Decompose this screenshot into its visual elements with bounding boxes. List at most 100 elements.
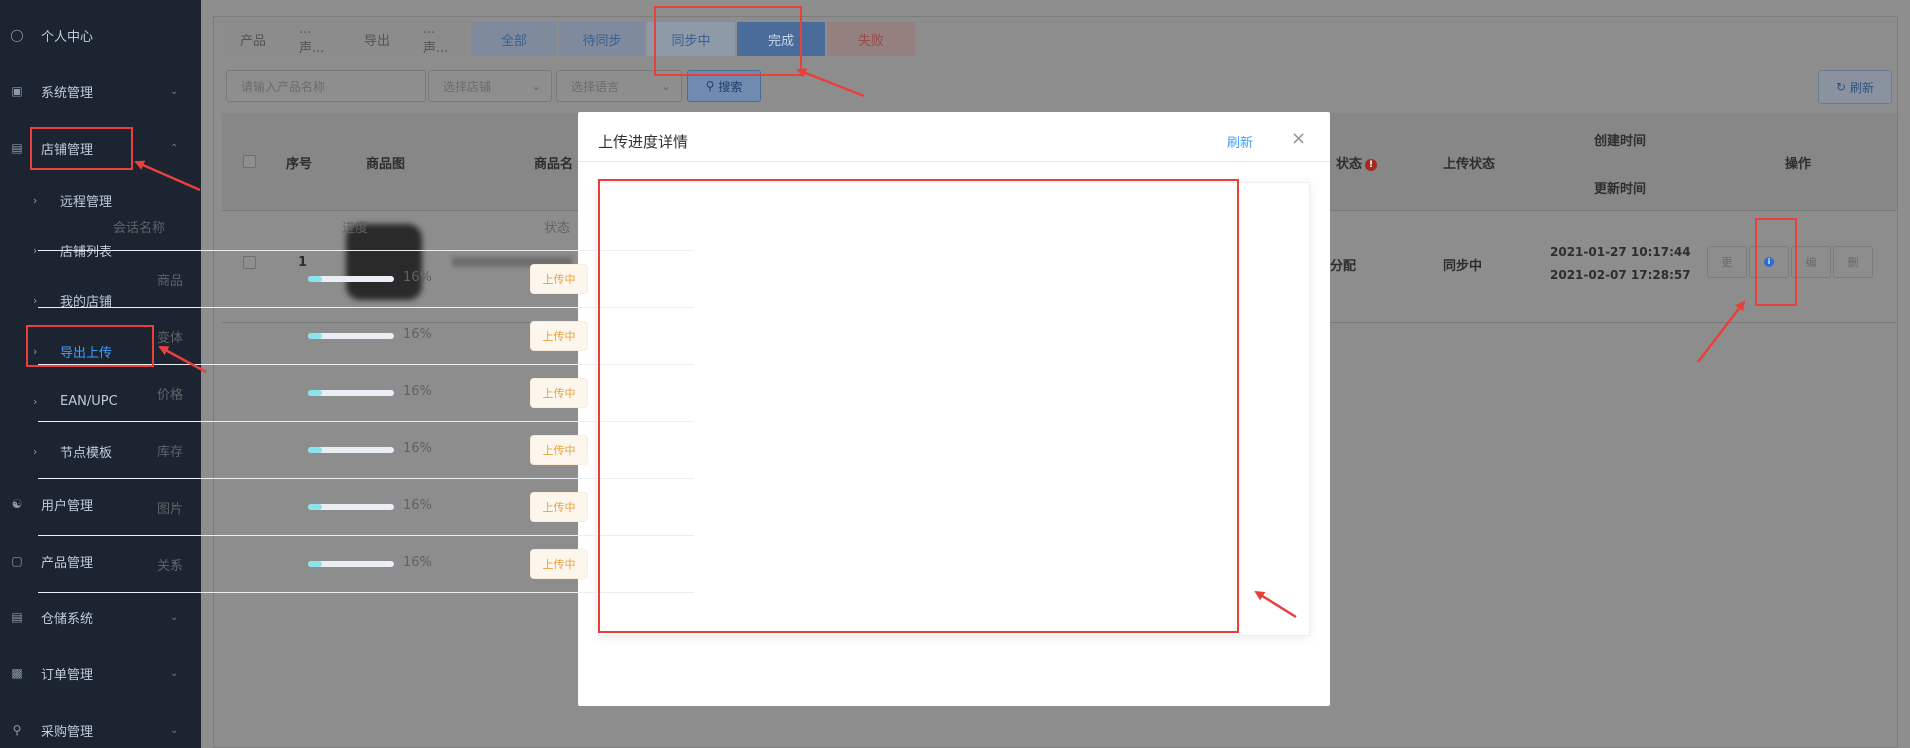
row-upload-status: 同步中 — [1443, 259, 1483, 274]
sidebar-item-orders[interactable]: ▩ 订单管理 ⌄ — [0, 653, 201, 693]
progress-bar-fill — [308, 504, 322, 510]
table-row: 关系 16% 上传中 — [38, 535, 694, 592]
select-all-checkbox[interactable] — [243, 155, 256, 168]
tab-completed[interactable]: 完成 — [737, 22, 825, 56]
status-badge: 上传中 — [530, 378, 588, 408]
chevron-down-icon: ⌄ — [170, 724, 179, 736]
progress-percent: 16% — [403, 498, 432, 513]
sidebar-item-remote[interactable]: › 远程管理 — [0, 180, 201, 220]
table-row: 变体 16% 上传中 — [38, 307, 694, 364]
language-select[interactable]: 选择语言 ⌄ — [556, 70, 682, 102]
chevron-down-icon: ⌄ — [170, 667, 179, 679]
product-name-input[interactable]: 请输入产品名称 — [226, 70, 426, 102]
chevron-right-icon: › — [33, 243, 38, 257]
chevron-right-icon: › — [33, 394, 38, 408]
status-badge: 上传中 — [530, 264, 588, 294]
sidebar-item-label: 系统管理 — [41, 85, 94, 101]
header-index: 序号 — [286, 157, 313, 172]
sidebar-item-label: 订单管理 — [41, 667, 94, 683]
sidebar-item-label: 个人中心 — [41, 29, 94, 45]
status-badge: 上传中 — [530, 549, 588, 579]
header-image: 商品图 — [366, 157, 406, 172]
edit-button[interactable]: 更 — [1707, 246, 1747, 278]
warehouse-icon: ▤ — [11, 610, 23, 624]
tab-blurred-2[interactable]: ...声... — [409, 22, 469, 56]
row-updated: 2021-02-07 17:28:57 — [1550, 268, 1691, 282]
refresh-button-label: 刷新 — [1850, 80, 1875, 95]
sidebar-item-purchasing[interactable]: ⚲ 采购管理 ⌄ — [0, 710, 201, 748]
tab-blurred-1[interactable]: ...声... — [285, 22, 345, 56]
store-icon: ▤ — [11, 141, 23, 155]
progress-card — [598, 182, 1310, 636]
chevron-down-icon: ⌄ — [530, 79, 541, 93]
progress-bar — [308, 390, 394, 396]
close-icon[interactable]: × — [1291, 128, 1306, 149]
status-badge: 上传中 — [530, 321, 588, 351]
dialog-title: 上传进度详情 — [598, 133, 689, 151]
progress-percent: 16% — [403, 270, 432, 285]
status-badge: 上传中 — [530, 435, 588, 465]
sidebar-item-system[interactable]: ▣ 系统管理 ⌄ — [0, 71, 201, 111]
search-button[interactable]: ⚲ 搜索 — [687, 70, 761, 102]
delete-button[interactable]: 删 — [1833, 246, 1873, 278]
progress-bar-fill — [308, 390, 322, 396]
chevron-up-icon: ⌃ — [170, 142, 179, 154]
info-button[interactable]: i — [1749, 246, 1789, 278]
chevron-down-icon: ⌄ — [170, 611, 179, 623]
chevron-right-icon: › — [33, 293, 38, 307]
table-row: 库存 16% 上传中 — [38, 421, 694, 478]
progress-bar-fill — [308, 447, 322, 453]
session-name: 变体 — [156, 331, 183, 346]
session-name: 商品 — [156, 274, 183, 289]
modify-button[interactable]: 编 — [1791, 246, 1831, 278]
user-icon: ◯ — [10, 28, 24, 42]
chevron-right-icon: › — [33, 193, 38, 207]
chevron-down-icon: ⌄ — [660, 79, 671, 93]
progress-bar — [308, 561, 394, 567]
tab-export[interactable]: 导出 — [347, 22, 407, 56]
tab-all[interactable]: 全部 — [471, 22, 557, 56]
chevron-down-icon: ⌄ — [170, 85, 179, 97]
column-status: 状态 — [544, 221, 571, 236]
session-name: 库存 — [156, 445, 183, 460]
tab-syncing[interactable]: 同步中 — [647, 22, 735, 56]
table-bottom-border — [38, 592, 694, 593]
sidebar-item-profile[interactable]: ◯ 个人中心 — [0, 15, 201, 55]
progress-percent: 16% — [403, 441, 432, 456]
bag-icon: ▢ — [11, 554, 23, 568]
header-actions: 操作 — [1785, 157, 1812, 172]
session-name: 图片 — [156, 502, 183, 517]
progress-bar-fill — [308, 276, 322, 282]
warning-icon: ! — [1365, 158, 1378, 171]
tab-pending[interactable]: 待同步 — [559, 22, 645, 56]
dialog-divider — [578, 161, 1330, 162]
chevron-right-icon: › — [33, 344, 38, 358]
tab-failed[interactable]: 失败 — [827, 22, 915, 56]
dialog-refresh-link[interactable]: 刷新 — [1227, 132, 1253, 151]
row-created: 2021-01-27 10:17:44 — [1550, 245, 1691, 259]
refresh-button[interactable]: ↻ 刷新 — [1818, 70, 1892, 104]
tab-product[interactable]: 产品 — [223, 22, 283, 56]
status-badge: 上传中 — [530, 492, 588, 522]
table-row: 图片 16% 上传中 — [38, 478, 694, 535]
cart-icon: ⚲ — [12, 723, 22, 737]
session-name: 价格 — [156, 388, 183, 403]
progress-bar-fill — [308, 561, 322, 567]
shop-select[interactable]: 选择店铺 ⌄ — [428, 70, 552, 102]
header-name: 商品名 — [534, 157, 574, 172]
sidebar-item-warehouse[interactable]: ▤ 仓储系统 ⌄ — [0, 597, 201, 637]
header-updated: 更新时间 — [1594, 182, 1647, 197]
session-name: 关系 — [156, 559, 183, 574]
sidebar-item-label: 店铺管理 — [41, 142, 94, 158]
sidebar-item-store[interactable]: ▤ 店铺管理 ⌃ — [0, 128, 201, 168]
shop-select-value: 选择店铺 — [443, 79, 492, 94]
header-status: 状态! — [1336, 153, 1378, 172]
header-status-label: 状态 — [1336, 157, 1363, 172]
status-tabs: 产品 ...声... 导出 ...声... 全部 待同步 同步中 完成 失败 — [223, 22, 917, 56]
table-row: 价格 16% 上传中 — [38, 364, 694, 421]
header-created: 创建时间 — [1594, 134, 1647, 149]
order-icon: ▩ — [11, 666, 23, 680]
sidebar-item-label: 仓储系统 — [41, 611, 94, 627]
progress-percent: 16% — [403, 384, 432, 399]
progress-percent: 16% — [403, 555, 432, 570]
